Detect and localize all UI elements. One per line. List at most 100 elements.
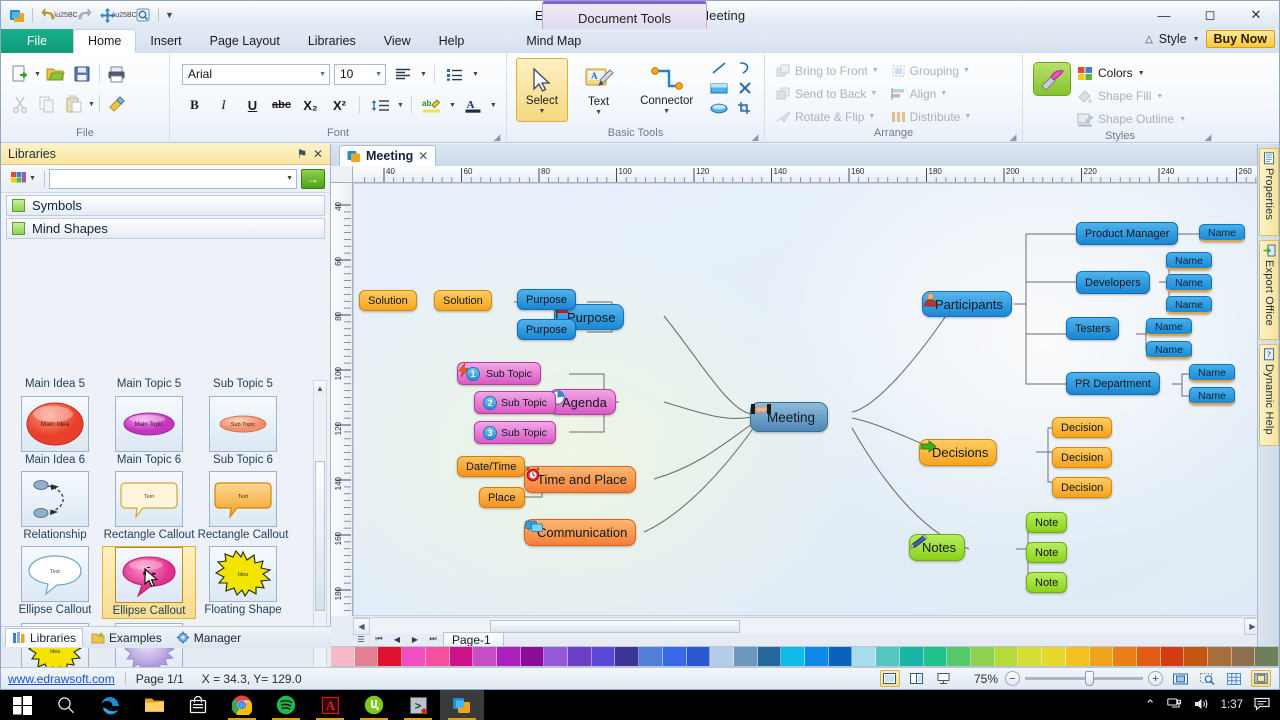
color-swatch[interactable]	[402, 647, 426, 666]
font-color-dropdown-icon[interactable]: ▼	[490, 102, 497, 109]
ribbon-tab-file[interactable]: File	[1, 29, 73, 53]
mindmap-node-solution-1[interactable]: Solution	[434, 290, 492, 311]
mindmap-node-pr-department[interactable]: PR Department	[1066, 372, 1160, 395]
font-name-dropdown-icon[interactable]: ▼	[319, 71, 326, 78]
mind-shapes-expand-icon[interactable]	[12, 222, 25, 235]
first-page-button[interactable]: ⏮	[371, 632, 387, 646]
subscript-button[interactable]: X₂	[298, 93, 323, 117]
grid-button[interactable]	[1224, 670, 1244, 687]
color-swatch[interactable]	[1208, 647, 1232, 666]
line-tool-icon[interactable]	[706, 58, 732, 78]
bullets-icon[interactable]	[442, 61, 468, 87]
mindmap-node-subtopic-2[interactable]: 2 Sub Topic	[474, 391, 556, 414]
color-swatch[interactable]	[1255, 647, 1279, 666]
color-swatch[interactable]	[1113, 647, 1137, 666]
mindmap-node-purpose-child-2[interactable]: Purpose	[517, 319, 576, 340]
color-swatch[interactable]	[686, 647, 711, 666]
color-swatch[interactable]	[805, 647, 829, 666]
document-tab-meeting[interactable]: Meeting ✕	[339, 145, 437, 166]
color-swatch[interactable]	[1065, 647, 1090, 666]
bring-to-front-button[interactable]: Bring to Front ▼	[773, 60, 882, 81]
new-dropdown-icon[interactable]: ▼	[34, 71, 41, 78]
shape-item-relationship[interactable]: Relationship	[8, 471, 102, 542]
chrome-icon[interactable]	[220, 690, 264, 720]
bullets-dropdown-icon[interactable]: ▼	[472, 71, 479, 78]
mindmap-node-place[interactable]: Place	[479, 487, 525, 508]
mindmap-node-name-dev-1[interactable]: Name	[1166, 252, 1213, 270]
color-swatch[interactable]	[1018, 647, 1043, 666]
shape-item-main-topic-6[interactable]: Main Topic Main Topic 6	[102, 396, 196, 467]
mindmap-node-name-dev-3[interactable]: Name	[1166, 296, 1213, 314]
acrobat-icon[interactable]: A	[308, 690, 352, 720]
previous-page-button[interactable]: ◀	[389, 632, 405, 646]
format-painter-icon[interactable]	[104, 91, 130, 117]
mindmap-canvas[interactable]: Meeting Purpose Purpose Purpose Solution…	[353, 183, 1261, 616]
bring-to-front-dropdown-icon[interactable]: ▼	[872, 67, 879, 74]
color-swatch[interactable]	[520, 647, 545, 666]
volume-icon[interactable]	[1194, 697, 1210, 714]
superscript-button[interactable]: X²	[327, 93, 352, 117]
bottom-tab-libraries[interactable]: Libraries	[5, 628, 84, 647]
color-swatch[interactable]	[733, 647, 758, 666]
mindmap-node-decision-1[interactable]: Decision	[1052, 417, 1113, 438]
align-button[interactable]: Align ▼	[888, 83, 975, 104]
color-swatch[interactable]	[449, 647, 474, 666]
shape-fill-dropdown-icon[interactable]: ▼	[1156, 93, 1163, 100]
mindmap-node-testers[interactable]: Testers	[1066, 317, 1120, 340]
style-button[interactable]: Style	[1159, 32, 1187, 46]
style-dropdown-icon[interactable]: ▼	[1193, 36, 1200, 43]
color-swatch[interactable]	[1160, 647, 1185, 666]
right-tab-export-office[interactable]: Export Office	[1259, 240, 1279, 340]
rotate-flip-button[interactable]: Rotate & Flip ▼	[773, 106, 882, 127]
edraw-logo-icon[interactable]	[7, 5, 27, 25]
basic-tools-dialog-launcher-icon[interactable]: ◢	[750, 132, 760, 142]
start-button[interactable]	[0, 690, 44, 720]
colors-dropdown-icon[interactable]: ▼	[1138, 70, 1145, 77]
color-swatch[interactable]	[876, 647, 900, 666]
library-search-input[interactable]: ▼	[49, 168, 297, 189]
cross-tool-icon[interactable]	[732, 78, 758, 98]
mindmap-node-name-pr-1[interactable]: Name	[1189, 364, 1236, 382]
line-spacing-icon[interactable]	[367, 92, 393, 118]
color-swatch[interactable]	[828, 647, 853, 666]
paste-dropdown-icon[interactable]: ▼	[88, 101, 95, 108]
quick-style-button[interactable]	[1033, 62, 1071, 96]
color-swatch[interactable]	[1136, 647, 1161, 666]
shape-item-sub-topic-6[interactable]: Sub Topic Sub Topic 6	[196, 396, 290, 467]
font-dialog-launcher-icon[interactable]: ◢	[492, 132, 502, 142]
collapse-ribbon-icon[interactable]: △	[1145, 34, 1153, 45]
color-swatch[interactable]	[354, 647, 379, 666]
mindmap-node-solution-2[interactable]: Solution	[359, 290, 417, 311]
color-swatch[interactable]	[662, 647, 687, 666]
ribbon-tab-home[interactable]: Home	[73, 29, 137, 53]
network-icon[interactable]	[1166, 697, 1183, 714]
grouping-button[interactable]: Grouping ▼	[888, 60, 975, 81]
mindmap-node-decision-2[interactable]: Decision	[1052, 447, 1113, 468]
color-swatch[interactable]	[899, 647, 924, 666]
font-size-combo[interactable]: 10 ▼	[334, 63, 386, 85]
mindmap-node-name-test-1[interactable]: Name	[1146, 318, 1193, 336]
right-tab-dynamic-help[interactable]: ? Dynamic Help	[1259, 344, 1279, 446]
ribbon-tab-mind-map[interactable]: Mind Map	[512, 29, 595, 53]
send-to-back-dropdown-icon[interactable]: ▼	[870, 90, 877, 97]
bold-button[interactable]: B	[182, 93, 207, 117]
move-dropdown-icon[interactable]: \u25BC	[113, 5, 136, 25]
text-highlight-dropdown-icon[interactable]: ▼	[449, 102, 456, 109]
shape-item-rectangle-callout-light[interactable]: Text Rectangle Callout	[102, 471, 196, 542]
mindmap-node-name-pr-2[interactable]: Name	[1189, 387, 1236, 405]
distribute-button[interactable]: Distribute ▼	[888, 106, 975, 127]
select-tool-button[interactable]: Select ▼	[516, 58, 568, 122]
edraw-icon[interactable]	[440, 690, 484, 720]
close-button[interactable]: ✕	[1233, 1, 1279, 29]
edge-icon[interactable]	[88, 690, 132, 720]
grouping-dropdown-icon[interactable]: ▼	[963, 67, 970, 74]
strikethrough-button[interactable]: abc	[269, 93, 294, 117]
library-dropdown-caret-icon[interactable]: ▼	[29, 175, 36, 182]
mindmap-node-decisions[interactable]: Decisions	[919, 439, 998, 466]
utorrent-icon[interactable]	[352, 690, 396, 720]
color-swatch[interactable]	[568, 647, 592, 666]
page-tab-page-1[interactable]: Page-1	[443, 631, 504, 647]
mindmap-node-note-3[interactable]: Note	[1026, 572, 1068, 593]
xshell-icon[interactable]: >	[396, 690, 440, 720]
libraries-scroll-up-icon[interactable]: ▲	[314, 381, 326, 395]
